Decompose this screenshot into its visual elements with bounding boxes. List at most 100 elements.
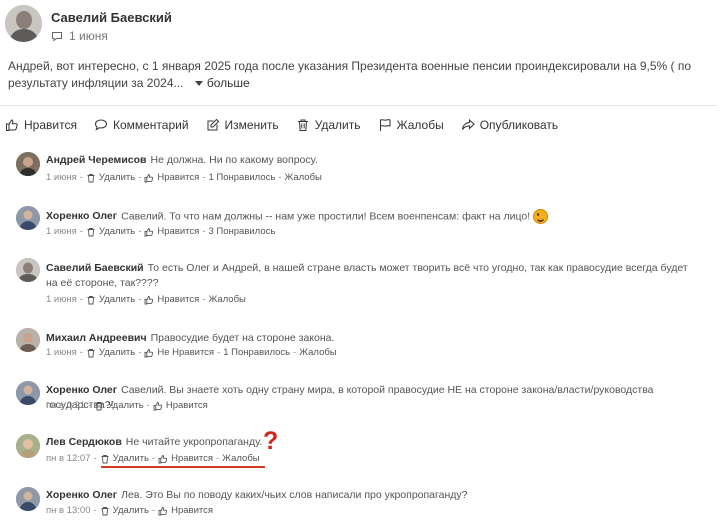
comment-text: Лев. Это Вы по поводу каких/чьих слов на… — [121, 489, 468, 501]
comment-meta: 1 июня - Удалить - Нравится - 3 Понравилось — [46, 226, 276, 237]
avatar[interactable] — [16, 328, 40, 352]
comment-date[interactable]: 1 июня — [46, 294, 77, 305]
avatar[interactable] — [16, 258, 40, 282]
report-label: Жалобы — [396, 118, 444, 132]
annotation-underline — [101, 466, 265, 468]
comment-like[interactable]: Нравится — [157, 226, 199, 237]
comment-author[interactable]: Хоренко Олег — [46, 210, 117, 222]
post-text: Андрей, вот интересно, с 1 января 2025 г… — [8, 58, 714, 92]
avatar[interactable] — [16, 381, 40, 405]
thumb-up-icon — [158, 454, 168, 463]
delete-label: Удалить — [314, 118, 361, 132]
edit-button[interactable]: Изменить — [206, 118, 279, 132]
comment-author[interactable]: Савелий Баевский — [46, 262, 144, 274]
avatar[interactable] — [16, 152, 40, 176]
comment-author[interactable]: Лев Сердюков — [46, 436, 122, 448]
comment-meta: 1 июня - Удалить - Нравится - Жалобы — [46, 294, 246, 305]
post-date-text: 1 июня — [69, 29, 108, 43]
comment-like[interactable]: Нравится — [157, 294, 199, 305]
comment-meta: 1 июня - Удалить - Нравится - 1 Понравилось… — [46, 172, 322, 183]
comment-text: Савелий. То что нам должны -- нам уже пр… — [121, 210, 531, 223]
comment-likes-count[interactable]: 3 Понравилось — [208, 226, 275, 237]
avatar[interactable] — [16, 487, 40, 511]
trash-icon — [87, 227, 95, 236]
comment-delete[interactable]: Удалить — [99, 294, 135, 305]
comment-date[interactable]: 1 июня — [46, 172, 77, 183]
comment-delete[interactable]: Удалить — [113, 453, 149, 464]
post-body: Андрей, вот интересно, с 1 января 2025 г… — [8, 59, 692, 90]
avatar[interactable] — [16, 434, 40, 458]
author-avatar[interactable] — [5, 5, 42, 42]
avatar[interactable] — [16, 206, 40, 230]
comment-body: Хоренко Олег Лев. Это Вы по поводу каких/… — [46, 488, 706, 503]
post-header — [5, 5, 42, 42]
delete-button[interactable]: Удалить — [296, 118, 361, 132]
comment-text: Не должна. Ни по какому вопросу. — [150, 154, 318, 166]
comment-like[interactable]: Нравится — [171, 505, 213, 516]
comment-body: Михаил Андреевич Правосудие будет на стор… — [46, 331, 706, 346]
like-label: Нравится — [24, 118, 77, 132]
thumb-up-icon — [153, 401, 162, 410]
trash-icon — [95, 401, 103, 410]
comment-body: Хоренко Олег Савелий. То что нам должны -… — [46, 209, 706, 224]
edit-icon — [207, 118, 219, 131]
flag-icon — [379, 119, 391, 131]
comment-report[interactable]: Жалобы — [222, 453, 259, 464]
more-button[interactable]: больше — [187, 76, 250, 90]
comment-meta: пн в 13:00- Удалить - Нравится — [46, 505, 214, 516]
publish-button[interactable]: Опубликовать — [461, 118, 558, 132]
caret-down-icon — [194, 80, 203, 86]
post-author[interactable]: Савелий Баевский — [51, 10, 172, 25]
comment-button[interactable]: Комментарий — [94, 118, 189, 132]
comment-author[interactable]: Андрей Черемисов — [46, 154, 146, 166]
thumb-up-icon — [158, 506, 168, 515]
comment-body: Андрей Черемисов Не должна. Ни по какому … — [46, 153, 706, 168]
comment-meta: 1 июня - Удалить - Не Нравится - 1 Понравил… — [46, 347, 337, 358]
comment-likes-count[interactable]: 1 Понравилось — [223, 347, 290, 358]
trash-icon — [87, 173, 95, 182]
comment-delete[interactable]: Удалить — [107, 400, 143, 411]
report-button[interactable]: Жалобы — [378, 118, 444, 132]
comment-delete[interactable]: Удалить — [99, 172, 135, 183]
comment-text: Правосудие будет на стороне закона. — [150, 332, 335, 344]
trash-icon — [87, 348, 95, 357]
comment-label: Комментарий — [112, 118, 189, 132]
comment-date[interactable]: пн в 13:00 — [46, 505, 91, 516]
publish-label: Опубликовать — [479, 118, 559, 132]
comment-icon — [94, 119, 107, 131]
edit-label: Изменить — [224, 118, 279, 132]
comment-author[interactable]: Михаил Андреевич — [46, 332, 147, 344]
comment-likes-count[interactable]: 1 Понравилось — [208, 172, 275, 183]
smile-emoji-icon — [533, 209, 549, 224]
more-label: больше — [206, 76, 250, 90]
comment-report[interactable]: Жалобы — [208, 294, 245, 305]
divider — [0, 105, 717, 106]
comment-body: Савелий Баевский То есть Олег и Андрей, в… — [46, 261, 696, 291]
annotation-question-mark: ? — [263, 427, 279, 455]
comment-like[interactable]: Нравится — [157, 172, 199, 183]
comment-meta: пн в 12:07- Удалить - Нравится - Жалобы — [46, 453, 260, 464]
comment-like[interactable]: Не Нравится — [157, 347, 214, 358]
comment-date[interactable]: пн в 12:07 — [46, 453, 91, 464]
comment-author[interactable]: Хоренко Олег — [46, 489, 117, 501]
comment-date[interactable]: 1 июня — [46, 226, 77, 237]
comment-report[interactable]: Жалобы — [284, 172, 321, 183]
thumb-up-icon — [144, 227, 154, 236]
thumb-up-icon — [144, 173, 154, 182]
comment-report[interactable]: Жалобы — [299, 347, 336, 358]
comment-like[interactable]: Нравится — [171, 453, 213, 464]
thumb-up-icon — [144, 348, 154, 357]
comment-like[interactable]: Нравится — [166, 400, 208, 411]
trash-icon — [297, 119, 308, 131]
like-button[interactable]: Нравится — [5, 118, 77, 132]
comment-body: Лев Сердюков Не читайте укропропаганду. — [46, 435, 706, 450]
share-icon — [461, 118, 475, 130]
comment-delete[interactable]: Удалить — [99, 226, 135, 237]
comment-date[interactable]: пн в 0:21 — [46, 400, 85, 411]
thumb-up-icon — [6, 119, 18, 131]
comment-delete[interactable]: Удалить — [99, 347, 135, 358]
post-actions: Нравится Комментарий Изменить Удалить Жа… — [5, 118, 558, 132]
comment-author[interactable]: Хоренко Олег — [46, 384, 117, 396]
comment-delete[interactable]: Удалить — [113, 505, 149, 516]
comment-date[interactable]: 1 июня — [46, 347, 77, 358]
